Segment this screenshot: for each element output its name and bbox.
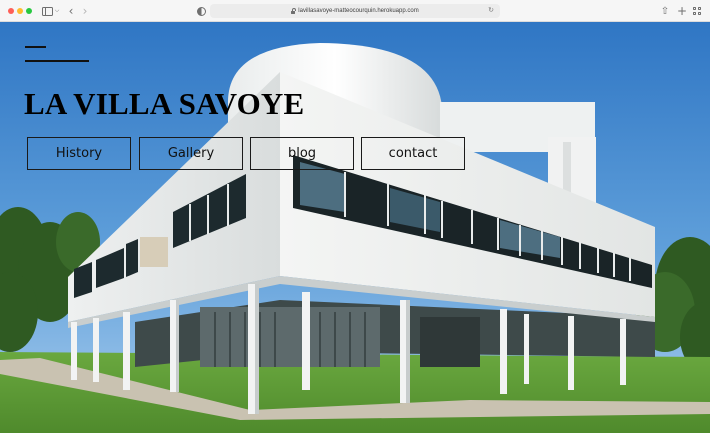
menu-toggle-icon[interactable] <box>25 46 89 64</box>
tab-overview-icon[interactable] <box>692 4 702 18</box>
page-content: LA VILLA SAVOYE History Gallery blog con… <box>0 22 710 433</box>
chevron-right-icon[interactable]: › <box>80 4 90 18</box>
lock-icon <box>291 8 296 14</box>
chevron-down-icon[interactable]: ⌵ <box>54 4 60 18</box>
privacy-shield-icon[interactable] <box>196 4 206 18</box>
chevron-left-icon[interactable]: ‹ <box>66 4 76 18</box>
menu-line-short <box>25 46 46 48</box>
share-icon[interactable]: ⇧ <box>660 4 670 18</box>
nav-gallery-button[interactable]: Gallery <box>139 137 243 170</box>
minimize-window-button[interactable] <box>17 8 23 14</box>
reload-icon[interactable]: ↻ <box>488 6 494 14</box>
plus-icon[interactable]: + <box>677 4 687 18</box>
browser-toolbar: ⌵ ‹ › lavillasavoye-matteocourquin.herok… <box>0 0 710 22</box>
nav-blog-button[interactable]: blog <box>250 137 354 170</box>
page-title: LA VILLA SAVOYE <box>24 86 305 121</box>
zoom-window-button[interactable] <box>26 8 32 14</box>
url-text: lavillasavoye-matteocourquin.herokuapp.c… <box>298 8 419 14</box>
browser-window: ⌵ ‹ › lavillasavoye-matteocourquin.herok… <box>0 0 710 433</box>
close-window-button[interactable] <box>8 8 14 14</box>
address-bar[interactable]: lavillasavoye-matteocourquin.herokuapp.c… <box>210 4 500 18</box>
menu-line-long <box>25 60 89 62</box>
nav-history-button[interactable]: History <box>27 137 131 170</box>
sidebar-icon[interactable] <box>40 4 54 18</box>
nav-contact-button[interactable]: contact <box>361 137 465 170</box>
